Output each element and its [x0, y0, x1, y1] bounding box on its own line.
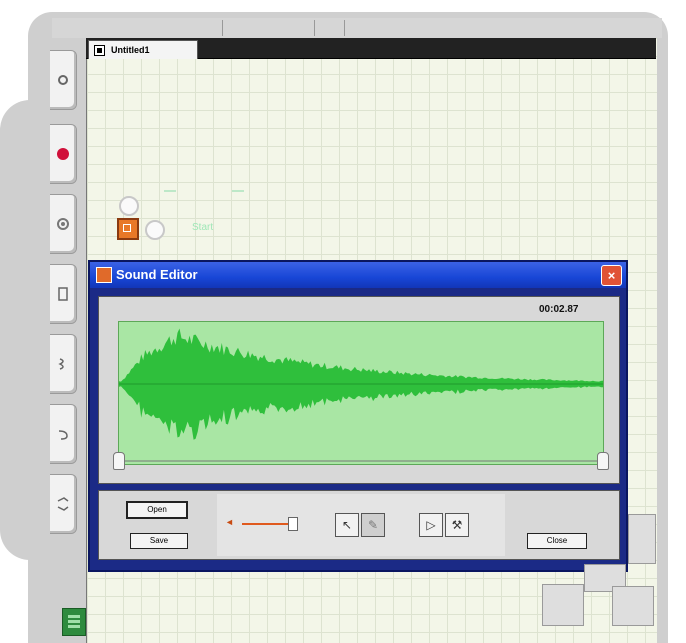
palette-branch-button[interactable]	[50, 334, 77, 394]
waveform-panel: 00:02.87	[98, 296, 620, 484]
speaker-icon	[57, 218, 69, 230]
waveform	[119, 328, 603, 462]
display-icon	[58, 287, 68, 301]
close-button[interactable]: Close	[527, 533, 587, 549]
play-icon[interactable]: ▷	[419, 513, 443, 537]
program-list-icon[interactable]	[62, 608, 86, 636]
trim-start-handle[interactable]	[113, 452, 125, 470]
palette-sound-button[interactable]	[50, 194, 77, 254]
start-label: Start	[192, 222, 214, 233]
palette-switch-button[interactable]	[50, 474, 77, 534]
document-icon	[94, 45, 105, 56]
dialog-title: Sound Editor	[116, 267, 198, 282]
top-toolbar	[52, 18, 662, 38]
block-palette	[50, 50, 78, 610]
wrench-icon[interactable]: ⚒	[445, 513, 469, 537]
time-readout: 00:02.87	[539, 304, 579, 315]
start-block[interactable]	[117, 218, 139, 240]
toolbar-divider	[314, 20, 315, 36]
loop-icon	[58, 430, 68, 440]
node-port-top[interactable]	[119, 196, 139, 216]
branch-icon	[58, 358, 64, 370]
scroll-control[interactable]	[628, 514, 656, 564]
wire-segment	[164, 190, 176, 192]
save-button[interactable]: Save	[130, 533, 188, 549]
controls-panel: Open Save ◄ ↖ ✎ ▷ ⚒ Close	[98, 490, 620, 560]
dialog-title-bar[interactable]: Sound Editor ×	[90, 262, 626, 288]
tab-untitled1[interactable]: Untitled1	[88, 40, 198, 59]
tab-label: Untitled1	[111, 45, 150, 55]
open-button[interactable]: Open	[126, 501, 188, 519]
volume-slider-knob[interactable]	[288, 517, 298, 531]
volume-slider-track[interactable]	[242, 523, 294, 525]
volume-icon: ◄	[225, 517, 234, 527]
waveform-area[interactable]	[113, 321, 609, 470]
switch-icon	[57, 497, 69, 511]
cursor-icon[interactable]: ↖	[335, 513, 359, 537]
pen-icon[interactable]: ✎	[361, 513, 385, 537]
record-icon	[57, 148, 69, 160]
node-port-right[interactable]	[145, 220, 165, 240]
nav-left-button[interactable]	[542, 584, 584, 626]
palette-loop-button[interactable]	[50, 404, 77, 464]
wire-segment	[232, 190, 244, 192]
toolbar-divider	[344, 20, 345, 36]
toolbar-divider	[222, 20, 223, 36]
palette-record-button[interactable]	[50, 124, 77, 184]
palette-display-button[interactable]	[50, 264, 77, 324]
close-icon[interactable]: ×	[601, 265, 622, 286]
sound-editor-icon	[96, 267, 112, 283]
trim-end-handle[interactable]	[597, 452, 609, 470]
palette-gear-button[interactable]	[50, 50, 77, 110]
nav-right-button[interactable]	[612, 586, 654, 626]
sound-editor-dialog: Sound Editor × 00:02.87 Open Save ◄ ↖ ✎ …	[88, 260, 628, 572]
gear-icon	[58, 75, 68, 85]
